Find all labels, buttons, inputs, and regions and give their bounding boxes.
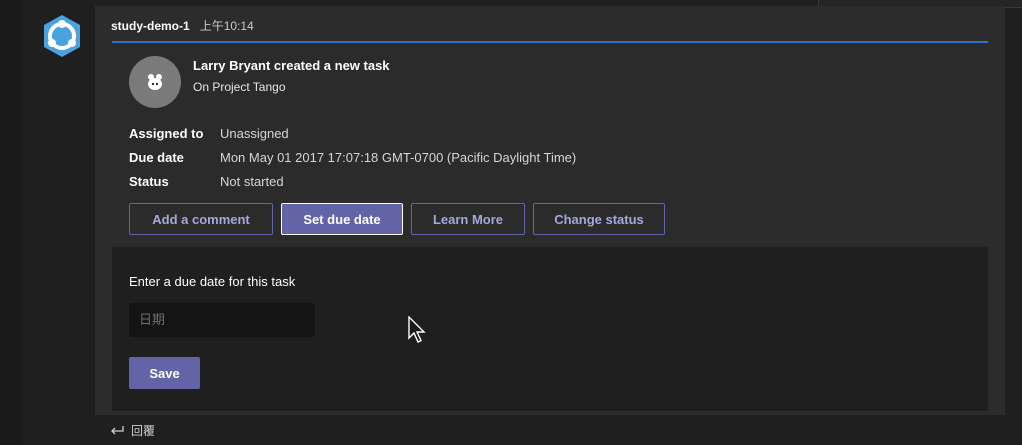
- fact-row-due-date: Due date Mon May 01 2017 17:07:18 GMT-07…: [129, 145, 576, 169]
- fact-value: Not started: [220, 173, 284, 189]
- app-left-rail: [0, 0, 22, 445]
- due-date-prompt: Enter a due date for this task: [129, 274, 296, 289]
- save-button[interactable]: Save: [129, 357, 200, 389]
- fact-label: Assigned to: [129, 125, 204, 141]
- due-date-input[interactable]: [129, 303, 315, 337]
- due-date-form: Enter a due date for this task Save: [112, 247, 988, 411]
- message-header: study-demo-1 上午10:14: [111, 17, 254, 34]
- learn-more-button[interactable]: Learn More: [411, 203, 525, 235]
- fact-set: Assigned to Unassigned Due date Mon May …: [129, 121, 576, 193]
- sender-name[interactable]: study-demo-1: [111, 19, 190, 33]
- card-body: Larry Bryant created a new task On Proje…: [112, 43, 988, 247]
- fact-row-assigned: Assigned to Unassigned: [129, 121, 576, 145]
- card-subtitle: On Project Tango: [193, 80, 286, 94]
- adaptive-card: Larry Bryant created a new task On Proje…: [112, 41, 988, 411]
- add-comment-button[interactable]: Add a comment: [129, 203, 273, 235]
- reply-arrow-icon: [111, 425, 124, 434]
- fact-label: Due date: [129, 149, 184, 165]
- fact-label: Status: [129, 173, 169, 189]
- change-status-button[interactable]: Change status: [533, 203, 665, 235]
- message-timestamp: 上午10:14: [199, 19, 254, 33]
- bot-avatar[interactable]: [40, 14, 84, 58]
- creator-avatar: [129, 56, 181, 108]
- mouse-cursor-icon: [408, 316, 426, 343]
- reply-link[interactable]: 回覆: [109, 422, 155, 439]
- set-due-date-button[interactable]: Set due date: [281, 203, 403, 235]
- card-title: Larry Bryant created a new task: [193, 58, 390, 73]
- card-actions: Add a comment Set due date Learn More Ch…: [129, 203, 665, 235]
- bot-logo-icon: [44, 15, 80, 57]
- fact-value: Unassigned: [220, 125, 289, 141]
- reply-label: 回覆: [131, 424, 156, 438]
- fact-value: Mon May 01 2017 17:07:18 GMT-0700 (Pacif…: [220, 149, 577, 165]
- fact-row-status: Status Not started: [129, 169, 576, 193]
- pet-icon: [148, 74, 162, 90]
